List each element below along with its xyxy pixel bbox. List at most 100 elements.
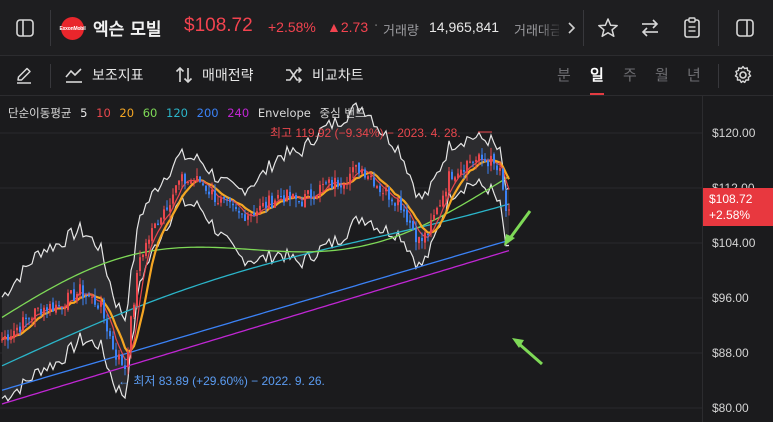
candle-body bbox=[256, 211, 258, 216]
candle-body bbox=[313, 198, 315, 200]
header-divider bbox=[718, 10, 719, 46]
candle-body bbox=[331, 179, 333, 188]
candle-body bbox=[388, 187, 390, 200]
candle-body bbox=[163, 209, 165, 219]
candle-body bbox=[64, 308, 66, 310]
candle-body bbox=[484, 158, 486, 162]
candle-body bbox=[178, 180, 180, 185]
ma-period-60: 60 bbox=[142, 106, 158, 120]
candle-body bbox=[346, 183, 348, 185]
candle-body bbox=[94, 296, 96, 305]
candle-body bbox=[262, 202, 264, 207]
candle-body bbox=[427, 234, 429, 236]
candle-body bbox=[463, 170, 465, 172]
header-divider bbox=[50, 10, 51, 46]
candle-body bbox=[373, 177, 375, 187]
candle-body bbox=[271, 195, 273, 208]
period-year-tab[interactable]: 년 bbox=[687, 64, 701, 85]
candle-body bbox=[154, 223, 156, 229]
change-percent: +2.58% bbox=[268, 19, 316, 35]
volume-value: 14,965,841 bbox=[429, 19, 500, 35]
panel-toggle-button[interactable] bbox=[725, 0, 765, 56]
low-annotation: ← 최저 83.89 (+29.60%) − 2022. 9. 26. bbox=[118, 374, 325, 388]
candle-body bbox=[184, 173, 186, 184]
clipboard-icon bbox=[684, 17, 700, 38]
period-month-tab[interactable]: 월 bbox=[655, 64, 669, 85]
candle-body bbox=[79, 284, 81, 296]
candle-body bbox=[487, 160, 489, 167]
strategy-label: 매매전략 bbox=[202, 68, 254, 84]
candle-body bbox=[202, 183, 204, 186]
chart-settings-button[interactable] bbox=[733, 56, 761, 94]
candle-body bbox=[421, 237, 423, 241]
candle-body bbox=[454, 177, 456, 181]
candle-body bbox=[478, 154, 480, 162]
candle-body bbox=[361, 168, 363, 174]
candle-body bbox=[232, 203, 234, 206]
candle-body bbox=[211, 189, 213, 195]
compare-label: 비교차트 bbox=[312, 68, 364, 84]
candle-body bbox=[319, 184, 321, 197]
indicators-button[interactable]: 보조지표 bbox=[64, 56, 144, 94]
candle-body bbox=[16, 327, 18, 331]
candle-body bbox=[316, 195, 318, 199]
candle-body bbox=[106, 320, 108, 332]
candle-body bbox=[277, 194, 279, 199]
candle-body bbox=[85, 296, 87, 298]
candle-body bbox=[298, 201, 300, 203]
candle-body bbox=[508, 209, 510, 211]
indicator-legend[interactable]: 단순이동평균 5 10 20 60 120 200 240 Envelope 중… bbox=[8, 105, 371, 121]
trend-icon bbox=[65, 68, 82, 83]
price-chart[interactable]: 단순이동평균 5 10 20 60 120 200 240 Envelope 중… bbox=[0, 96, 702, 422]
envelope-legend-label: Envelope bbox=[257, 106, 311, 120]
candle-body bbox=[148, 239, 150, 244]
candle-body bbox=[367, 176, 369, 179]
period-day-tab[interactable]: 일 bbox=[590, 64, 604, 85]
candle-body bbox=[469, 161, 471, 163]
favorite-button[interactable] bbox=[590, 0, 626, 56]
candle-body bbox=[472, 161, 474, 163]
high-annotation: 최고 119.92 (−9.34%) − 2023. 4. 28. bbox=[270, 126, 461, 140]
candle-body bbox=[181, 174, 183, 182]
candle-body bbox=[139, 257, 141, 271]
stock-name[interactable]: 엑슨 모빌 bbox=[93, 15, 161, 40]
candle-body bbox=[496, 165, 498, 171]
candle-body bbox=[340, 185, 342, 188]
sidebar-toggle-button[interactable] bbox=[0, 0, 50, 56]
candle-body bbox=[265, 201, 267, 209]
scroll-right-button[interactable] bbox=[560, 0, 582, 56]
candle-body bbox=[67, 292, 69, 310]
ma-period-120: 120 bbox=[166, 106, 188, 120]
candle-body bbox=[82, 285, 84, 298]
ma-legend-label: 단순이동평균 bbox=[8, 106, 72, 120]
candle-body bbox=[172, 194, 174, 204]
draw-tool-button[interactable] bbox=[14, 56, 42, 94]
compare-button[interactable]: 비교차트 bbox=[284, 56, 364, 94]
candle-body bbox=[226, 199, 228, 201]
candle-body bbox=[385, 187, 387, 192]
price-axis[interactable]: $120.00 $112.00 $104.00 $96.00 $88.00 $8… bbox=[702, 96, 773, 422]
candle-body bbox=[25, 317, 27, 319]
current-price: $108.72 bbox=[184, 15, 253, 36]
candle-body bbox=[247, 215, 249, 220]
strategy-button[interactable]: 매매전략 bbox=[174, 56, 254, 94]
candle-body bbox=[100, 300, 102, 307]
candle-body bbox=[28, 318, 30, 320]
candle-body bbox=[328, 179, 330, 183]
candle-body bbox=[130, 316, 132, 352]
candle-body bbox=[301, 201, 303, 207]
swap-button[interactable] bbox=[632, 0, 668, 56]
candle-body bbox=[22, 317, 24, 331]
gear-icon bbox=[734, 65, 752, 84]
candle-body bbox=[502, 168, 504, 190]
candle-body bbox=[7, 334, 9, 341]
memo-button[interactable] bbox=[674, 0, 710, 56]
candle-body bbox=[481, 154, 483, 161]
company-logo: ExxonMobil bbox=[59, 17, 86, 40]
candle-body bbox=[235, 207, 237, 210]
candle-body bbox=[157, 223, 159, 226]
chart-canvas[interactable] bbox=[0, 96, 702, 422]
period-minute-tab[interactable]: 분 bbox=[557, 64, 571, 85]
candle-body bbox=[382, 193, 384, 195]
period-week-tab[interactable]: 주 bbox=[623, 64, 637, 85]
